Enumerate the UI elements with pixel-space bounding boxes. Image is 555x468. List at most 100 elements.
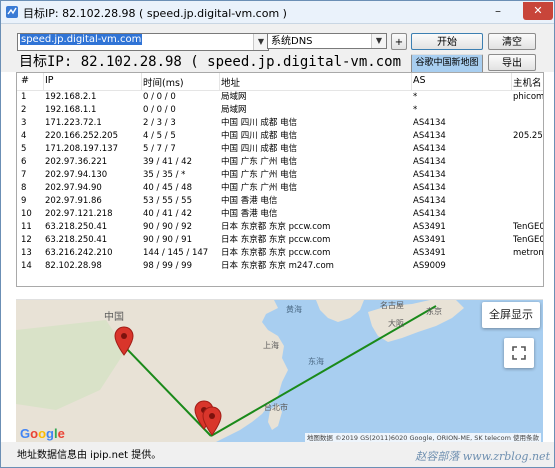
- table-cell: *: [413, 92, 418, 102]
- table-cell: 40 / 41 / 42: [143, 209, 192, 219]
- map-label-nagoya: 名古屋: [380, 301, 404, 310]
- table-cell: 202.97.121.218: [45, 209, 113, 219]
- table-cell: 171.223.72.1: [45, 118, 102, 128]
- map-label-china: 中国: [104, 312, 124, 323]
- table-row[interactable]: 2 192.168.1.1 0 / 0 / 0 局域网 *: [17, 104, 543, 117]
- table-row[interactable]: 4 220.166.252.205 4 / 5 / 5 中国 四川 成都 电信 AS41…: [17, 130, 543, 143]
- table-cell: 82.102.28.98: [45, 261, 102, 271]
- table-cell: 中国 四川 成都 电信: [221, 118, 298, 128]
- table-row[interactable]: 8 202.97.94.90 40 / 45 / 48 中国 广东 广州 电信 AS41…: [17, 182, 543, 195]
- fullscreen-toggle-button[interactable]: [504, 338, 534, 368]
- table-cell: 14: [21, 261, 32, 271]
- table-row[interactable]: 7 202.97.94.130 35 / 35 / * 中国 广东 广州 电信 AS41…: [17, 169, 543, 182]
- table-row[interactable]: 9 202.97.91.86 53 / 55 / 55 中国 香港 电信 AS4134: [17, 195, 543, 208]
- column-divider[interactable]: [141, 73, 142, 90]
- table-row[interactable]: 6 202.97.36.221 39 / 41 / 42 中国 广东 广州 电信 AS4…: [17, 156, 543, 169]
- column-divider[interactable]: [43, 73, 44, 90]
- table-row[interactable]: 13 63.216.242.210 144 / 145 / 147 日本 东京都 东京…: [17, 247, 543, 260]
- table-cell: 中国 香港 电信: [221, 209, 278, 219]
- table-cell: 中国 香港 电信: [221, 196, 278, 206]
- table-cell: TenGE0: [513, 235, 543, 245]
- table-cell: 39 / 41 / 42: [143, 157, 192, 167]
- location-pin-icon[interactable]: [202, 406, 222, 436]
- header-address[interactable]: 地址: [221, 75, 240, 89]
- table-cell: AS9009: [413, 261, 446, 271]
- column-divider[interactable]: [511, 73, 512, 90]
- table-cell: 220.166.252.205: [45, 131, 119, 141]
- dns-select-value: 系统DNS: [271, 36, 313, 47]
- start-button[interactable]: 开始: [411, 33, 483, 50]
- table-cell: 192.168.1.1: [45, 105, 97, 115]
- table-cell: 205.252: [513, 131, 543, 141]
- map-label-shanghai: 上海: [263, 341, 279, 350]
- table-cell: 202.97.36.221: [45, 157, 108, 167]
- table-cell: 98 / 99 / 99: [143, 261, 192, 271]
- target-url-input[interactable]: speed.jp.digital-vm.com ▼: [17, 33, 269, 51]
- status-bar: 地址数据信息由 ipip.net 提供。 赵容部落 www.zrblog.net: [1, 442, 554, 467]
- route-map[interactable]: 中国 上海 黄海 东海 台北市 名古屋 大阪 东京 全屏显示 Google 地图…: [16, 299, 543, 443]
- table-cell: phicomm: [513, 92, 543, 102]
- header-index[interactable]: #: [21, 75, 29, 86]
- header-as[interactable]: AS: [413, 75, 426, 86]
- table-row[interactable]: 3 171.223.72.1 2 / 3 / 3 中国 四川 成都 电信 AS4134: [17, 117, 543, 130]
- table-row[interactable]: 1 192.168.2.1 0 / 0 / 0 局域网 * phicomm: [17, 91, 543, 104]
- header-hostname[interactable]: 主机名: [513, 75, 542, 89]
- table-row[interactable]: 12 63.218.250.41 90 / 90 / 91 日本 东京都 东京 pcc…: [17, 234, 543, 247]
- table-row[interactable]: 11 63.218.250.41 90 / 90 / 92 日本 东京都 东京 pcc…: [17, 221, 543, 234]
- land-korea: [316, 300, 364, 322]
- column-divider[interactable]: [219, 73, 220, 90]
- table-cell: 40 / 45 / 48: [143, 183, 192, 193]
- table-cell: 0 / 0 / 0: [143, 105, 176, 115]
- chevron-down-icon[interactable]: ▼: [371, 34, 386, 48]
- table-cell: 5 / 7 / 7: [143, 144, 176, 154]
- map-label-taipei: 台北市: [264, 403, 288, 412]
- header-time[interactable]: 时间(ms): [143, 75, 184, 89]
- fullscreen-button[interactable]: 全屏显示: [482, 302, 540, 328]
- dns-select[interactable]: 系统DNS ▼: [267, 33, 387, 49]
- main-window: 目标IP: 82.102.28.98 ( speed.jp.digital-vm…: [0, 0, 555, 468]
- table-cell: 35 / 35 / *: [143, 170, 186, 180]
- table-cell: 局域网: [221, 92, 247, 102]
- map-label-osaka: 大阪: [388, 319, 404, 328]
- data-source-label: 地址数据信息由 ipip.net 提供。: [17, 450, 162, 461]
- table-cell: 中国 广东 广州 电信: [221, 183, 298, 193]
- table-cell: 中国 四川 成都 电信: [221, 144, 298, 154]
- table-cell: 171.208.197.137: [45, 144, 119, 154]
- table-cell: 2 / 3 / 3: [143, 118, 176, 128]
- table-cell: 5: [21, 144, 27, 154]
- table-cell: 90 / 90 / 91: [143, 235, 192, 245]
- header-ip[interactable]: IP: [45, 75, 54, 86]
- expand-icon: [512, 346, 526, 360]
- table-cell: 12: [21, 235, 32, 245]
- table-cell: 日本 东京都 东京 m247.com: [221, 261, 334, 271]
- map-label-yellow-sea: 黄海: [286, 305, 302, 314]
- table-cell: 90 / 90 / 92: [143, 222, 192, 232]
- table-cell: 192.168.2.1: [45, 92, 97, 102]
- table-cell: AS3491: [413, 222, 446, 232]
- table-cell: 63.216.242.210: [45, 248, 113, 258]
- table-cell: AS4134: [413, 157, 446, 167]
- table-row[interactable]: 14 82.102.28.98 98 / 99 / 99 日本 东京都 东京 m247…: [17, 260, 543, 273]
- table-cell: 13: [21, 248, 32, 258]
- location-pin-icon[interactable]: [114, 326, 134, 356]
- table-cell: 中国 广东 广州 电信: [221, 170, 298, 180]
- table-row[interactable]: 5 171.208.197.137 5 / 7 / 7 中国 四川 成都 电信 AS41…: [17, 143, 543, 156]
- close-button[interactable]: ✕: [523, 2, 553, 20]
- watermark: 赵容部落 www.zrblog.net: [415, 450, 550, 463]
- trace-table[interactable]: # IP 时间(ms) 地址 AS 主机名 1 192.168.2.1 0 / 0 …: [16, 72, 544, 287]
- add-button[interactable]: +: [391, 33, 407, 50]
- table-cell: TenGE0: [513, 222, 543, 232]
- column-divider[interactable]: [411, 73, 412, 90]
- minimize-button[interactable]: –: [486, 2, 510, 20]
- clear-button[interactable]: 清空: [488, 33, 536, 50]
- table-cell: 局域网: [221, 105, 247, 115]
- export-button[interactable]: 导出: [488, 54, 536, 71]
- table-cell: 1: [21, 92, 27, 102]
- table-cell: 4: [21, 131, 27, 141]
- chevron-down-icon[interactable]: ▼: [253, 34, 268, 50]
- map-label-tokyo: 东京: [426, 307, 442, 316]
- table-cell: 中国 广东 广州 电信: [221, 157, 298, 167]
- table-cell: 2: [21, 105, 27, 115]
- google-logo: Google: [20, 426, 65, 441]
- table-row[interactable]: 10 202.97.121.218 40 / 41 / 42 中国 香港 电信 AS41…: [17, 208, 543, 221]
